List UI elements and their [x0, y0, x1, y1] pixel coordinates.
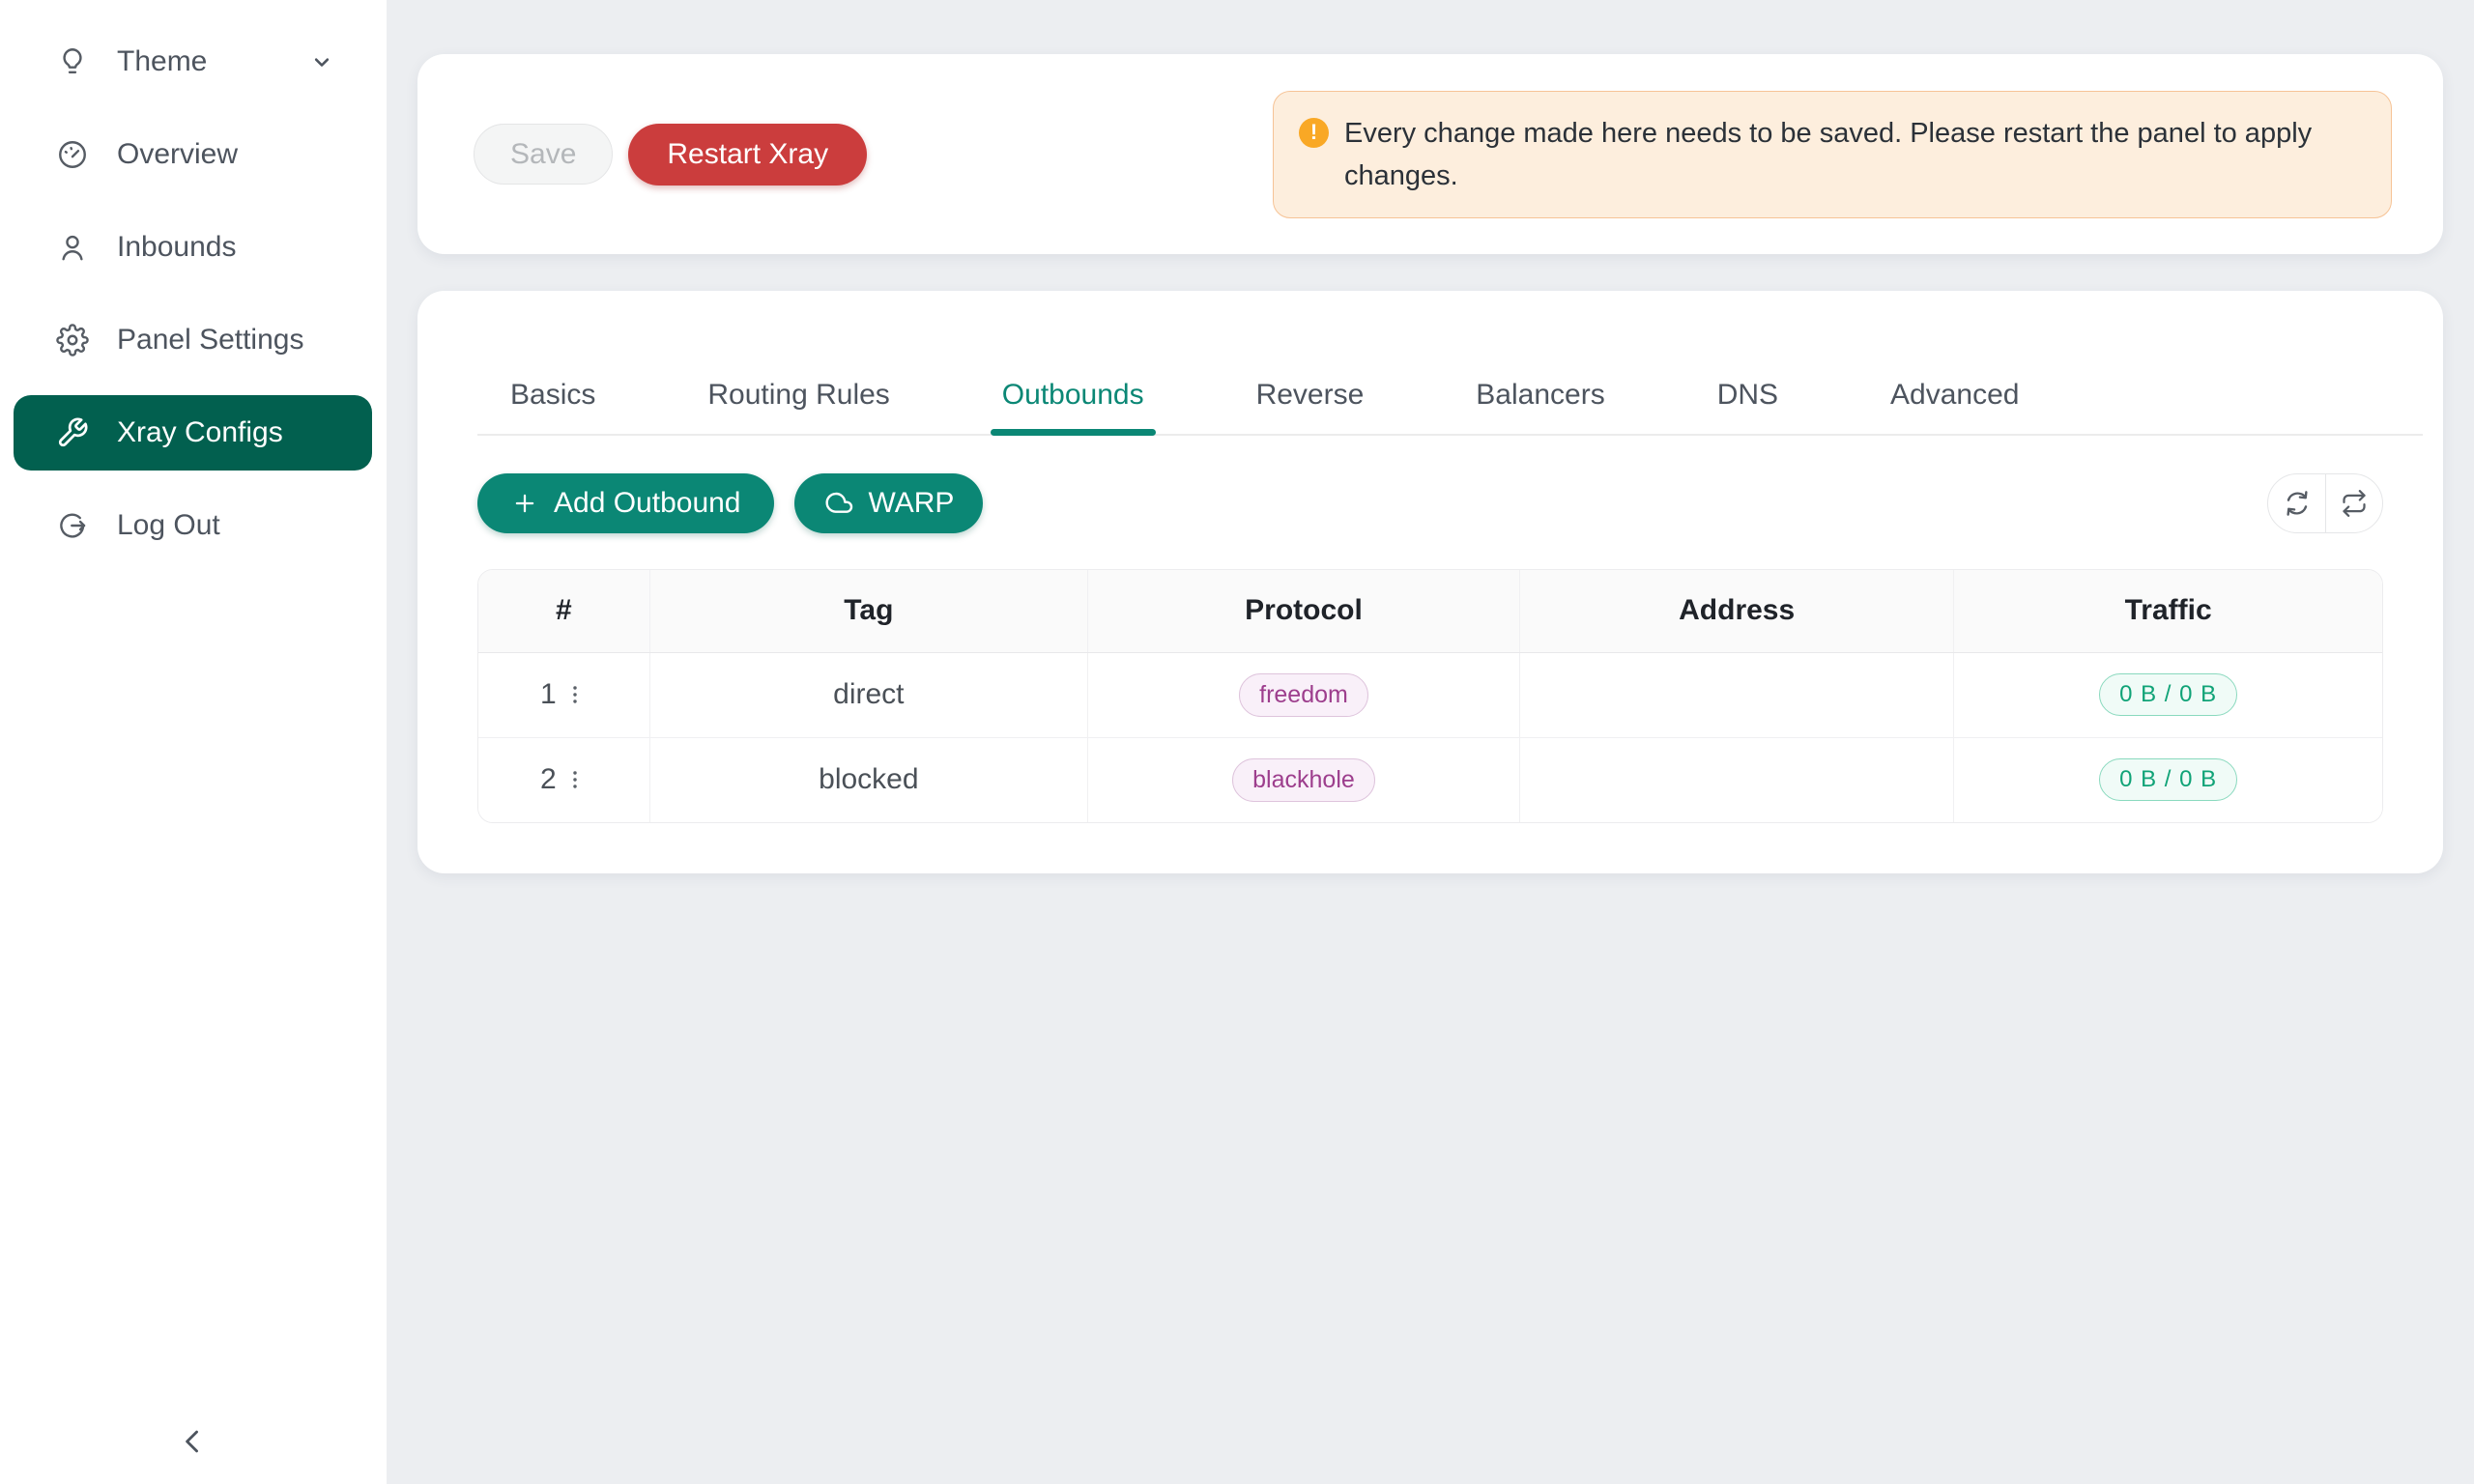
plus-icon	[510, 489, 539, 518]
address-cell	[1520, 652, 1954, 737]
table-row: 2 blocked blackhole	[478, 737, 2382, 822]
app-root: Theme Overview Inbounds Panel Settings	[0, 0, 2474, 1484]
alert-message: Every change made here needs to be saved…	[1344, 112, 2352, 197]
lightbulb-icon	[55, 44, 90, 79]
sidebar-item-inbounds[interactable]: Inbounds	[14, 210, 372, 285]
tab-basics[interactable]: Basics	[477, 376, 628, 434]
traffic-cell: 0 B / 0 B	[1954, 652, 2382, 737]
config-tabs: Basics Routing Rules Outbounds Reverse B…	[477, 291, 2423, 436]
traffic-badge: 0 B / 0 B	[2099, 758, 2237, 801]
sidebar-item-xray-configs[interactable]: Xray Configs	[14, 395, 372, 471]
add-outbound-button[interactable]: Add Outbound	[477, 473, 774, 533]
sidebar-item-log-out[interactable]: Log Out	[14, 488, 372, 563]
sidebar-item-label: Panel Settings	[117, 324, 303, 357]
outbounds-table: # Tag Protocol Address Traffic 1	[477, 569, 2383, 823]
tag-cell: blocked	[649, 737, 1087, 822]
tab-reverse[interactable]: Reverse	[1223, 376, 1397, 434]
sidebar-item-theme[interactable]: Theme	[14, 24, 372, 100]
table-header-row: # Tag Protocol Address Traffic	[478, 570, 2382, 652]
active-tab-underline	[991, 429, 1156, 436]
tab-routing-rules[interactable]: Routing Rules	[675, 376, 922, 434]
sidebar-collapse-button[interactable]	[172, 1420, 215, 1463]
chevron-down-icon	[308, 48, 335, 75]
row-menu-button[interactable]	[562, 767, 588, 792]
sidebar-item-panel-settings[interactable]: Panel Settings	[14, 302, 372, 378]
column-header-address: Address	[1520, 570, 1954, 652]
restart-warning-alert: ! Every change made here needs to be sav…	[1273, 91, 2392, 218]
sidebar-item-overview[interactable]: Overview	[14, 117, 372, 192]
dots-vertical-icon	[562, 767, 588, 792]
repeat-icon	[2341, 490, 2368, 517]
protocol-badge: freedom	[1239, 673, 1368, 717]
user-icon	[55, 230, 90, 265]
column-header-traffic: Traffic	[1954, 570, 2382, 652]
chevron-left-icon	[177, 1425, 210, 1458]
sidebar-item-label: Xray Configs	[117, 416, 283, 449]
sidebar-item-label: Theme	[117, 45, 207, 78]
tab-advanced[interactable]: Advanced	[1857, 376, 2052, 434]
sync-icon	[2283, 489, 2312, 518]
tag-cell: direct	[649, 652, 1087, 737]
gear-icon	[55, 323, 90, 357]
sidebar-item-label: Overview	[117, 138, 238, 171]
tab-dns[interactable]: DNS	[1684, 376, 1811, 434]
row-index: 1	[540, 678, 557, 711]
dots-vertical-icon	[562, 682, 588, 707]
column-header-tag: Tag	[649, 570, 1087, 652]
sidebar-item-label: Inbounds	[117, 231, 236, 264]
sidebar-item-label: Log Out	[117, 509, 220, 542]
protocol-cell: blackhole	[1087, 737, 1519, 822]
logout-icon	[55, 508, 90, 543]
save-button[interactable]: Save	[474, 124, 613, 185]
tab-balancers[interactable]: Balancers	[1443, 376, 1637, 434]
dashboard-icon	[55, 137, 90, 172]
xray-configs-card: Basics Routing Rules Outbounds Reverse B…	[417, 291, 2443, 873]
traffic-badge: 0 B / 0 B	[2099, 673, 2237, 716]
outbound-actions-row: Add Outbound WARP	[477, 473, 2383, 533]
row-index: 2	[540, 763, 557, 796]
address-cell	[1520, 737, 1954, 822]
restart-xray-button[interactable]: Restart Xray	[628, 124, 867, 186]
warp-button[interactable]: WARP	[794, 473, 984, 533]
main-content: Save Restart Xray ! Every change made he…	[387, 0, 2474, 1484]
cloud-icon	[823, 488, 854, 519]
table-row: 1 direct freedom	[478, 652, 2382, 737]
column-header-protocol: Protocol	[1087, 570, 1519, 652]
exclamation-circle-icon: !	[1299, 118, 1329, 148]
wrench-icon	[55, 415, 90, 450]
column-header-index: #	[478, 570, 649, 652]
protocol-badge: blackhole	[1232, 758, 1375, 802]
table-tools-group	[2267, 473, 2383, 533]
tab-outbounds[interactable]: Outbounds	[969, 376, 1177, 434]
traffic-cell: 0 B / 0 B	[1954, 737, 2382, 822]
repeat-button[interactable]	[2325, 474, 2382, 532]
toolbar-card: Save Restart Xray ! Every change made he…	[417, 54, 2443, 254]
row-menu-button[interactable]	[562, 682, 588, 707]
protocol-cell: freedom	[1087, 652, 1519, 737]
sidebar: Theme Overview Inbounds Panel Settings	[0, 0, 387, 1484]
refresh-button[interactable]	[2268, 474, 2325, 532]
